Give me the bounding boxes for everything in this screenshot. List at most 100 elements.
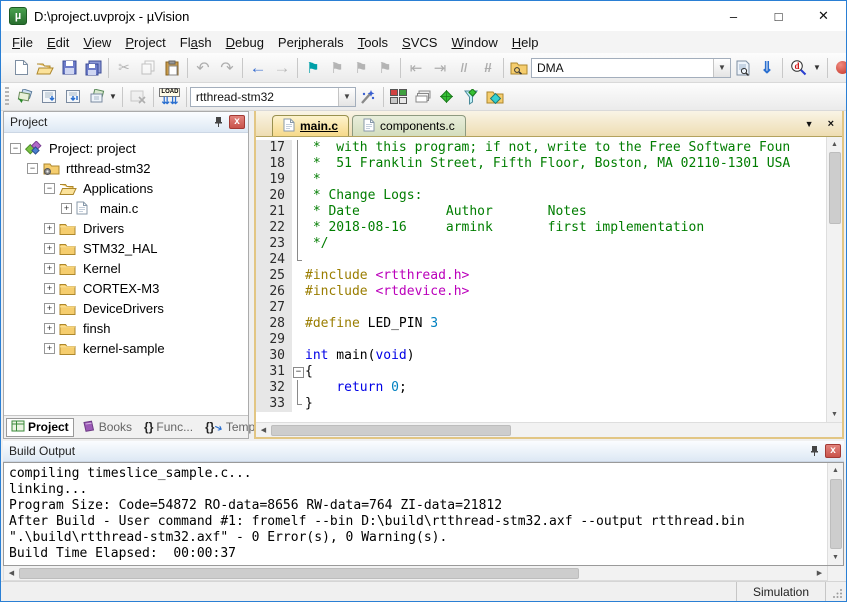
tree-item-cortex-m3[interactable]: +CORTEX-M3	[4, 278, 248, 298]
menu-debug[interactable]: Debug	[219, 33, 271, 52]
scroll-thumb[interactable]	[829, 152, 841, 224]
build-output-close-button[interactable]: x	[825, 444, 841, 458]
code-line[interactable]: 33}	[256, 396, 826, 412]
stop-build-button[interactable]	[126, 85, 150, 109]
code-line[interactable]: 32 return 0;	[256, 380, 826, 396]
comment-button[interactable]: //	[452, 56, 476, 80]
code-line[interactable]: 30int main(void)	[256, 348, 826, 364]
scroll-left-icon[interactable]: ◀	[4, 569, 19, 577]
menu-edit[interactable]: Edit	[40, 33, 76, 52]
menu-flash[interactable]: Flash	[173, 33, 219, 52]
scroll-up-icon[interactable]: ▲	[828, 463, 843, 478]
tree-item-drivers[interactable]: +Drivers	[4, 218, 248, 238]
collapse-icon[interactable]: −	[27, 163, 38, 174]
build-vertical-scrollbar[interactable]: ▲ ▼	[827, 463, 843, 565]
indent-button[interactable]: ⇥	[428, 56, 452, 80]
uncomment-button[interactable]: //	[476, 56, 500, 80]
expand-icon[interactable]: +	[61, 203, 72, 214]
target-combo[interactable]: rtthread-stm32 ▼	[190, 87, 356, 107]
scroll-right-icon[interactable]: ▶	[812, 569, 827, 577]
code-zoom-dropdown[interactable]: ▼	[813, 63, 821, 72]
navigate-forward-button[interactable]: →	[270, 56, 294, 80]
expand-icon[interactable]: +	[44, 223, 55, 234]
copy-button[interactable]	[136, 56, 160, 80]
tree-item-devicedrivers[interactable]: +DeviceDrivers	[4, 298, 248, 318]
batch-build-dropdown[interactable]: ▼	[109, 92, 117, 101]
panel-tab-project[interactable]: Project	[6, 418, 74, 437]
code-line[interactable]: 27	[256, 300, 826, 316]
tree-item-main-c[interactable]: +main.c	[4, 198, 248, 218]
clear-bookmarks-button[interactable]: ⚑	[373, 56, 397, 80]
menu-svcs[interactable]: SVCS	[395, 33, 444, 52]
tree-item-applications[interactable]: −Applications	[4, 178, 248, 198]
tab-list-dropdown[interactable]: ▼	[805, 119, 814, 129]
menu-help[interactable]: Help	[505, 33, 546, 52]
pin-icon[interactable]	[210, 115, 226, 130]
expand-icon[interactable]: +	[44, 323, 55, 334]
navigate-back-button[interactable]: ←	[246, 56, 270, 80]
code-line[interactable]: 18 * 51 Franklin Street, Fifth Floor, Bo…	[256, 156, 826, 172]
code-line[interactable]: 17 * with this program; if not, write to…	[256, 140, 826, 156]
batch-build-button[interactable]	[85, 85, 109, 109]
editor-vertical-scrollbar[interactable]: ▲ ▼	[826, 137, 842, 422]
toggle-bookmark-button[interactable]: ⚑	[301, 56, 325, 80]
code-line[interactable]: 19 *	[256, 172, 826, 188]
maximize-button[interactable]: □	[756, 1, 801, 31]
search-combo-dropdown[interactable]: ▼	[713, 59, 730, 77]
tree-item-kernel-sample[interactable]: +kernel-sample	[4, 338, 248, 358]
target-options-button[interactable]	[356, 85, 380, 109]
find-text-button[interactable]	[731, 56, 755, 80]
code-line[interactable]: 29	[256, 332, 826, 348]
collapse-icon[interactable]: −	[44, 183, 55, 194]
unindent-button[interactable]: ⇤	[404, 56, 428, 80]
close-tab-button[interactable]: ×	[828, 118, 834, 130]
prev-bookmark-button[interactable]: ⚑	[325, 56, 349, 80]
menu-view[interactable]: View	[76, 33, 118, 52]
build-button[interactable]	[37, 85, 61, 109]
scroll-thumb[interactable]	[271, 425, 511, 436]
tree-item-finsh[interactable]: +finsh	[4, 318, 248, 338]
new-file-button[interactable]	[9, 56, 33, 80]
code-line[interactable]: 20 * Change Logs:	[256, 188, 826, 204]
code-line[interactable]: 25#include <rtthread.h>	[256, 268, 826, 284]
editor-tab-components-c[interactable]: components.c	[352, 115, 466, 136]
code-line[interactable]: 23 */	[256, 236, 826, 252]
menu-window[interactable]: Window	[444, 33, 504, 52]
rebuild-button[interactable]	[61, 85, 85, 109]
scroll-left-icon[interactable]: ◀	[256, 426, 271, 434]
pin-icon[interactable]	[806, 444, 822, 459]
redo-button[interactable]: ↷	[215, 56, 239, 80]
expand-icon[interactable]: +	[44, 343, 55, 354]
code-line[interactable]: 21 * Date Author Notes	[256, 204, 826, 220]
pack-installer-button[interactable]	[483, 85, 507, 109]
editor-horizontal-scrollbar[interactable]: ◀	[256, 422, 842, 437]
editor-tab-main-c[interactable]: main.c	[272, 115, 349, 136]
download-button[interactable]: LOAD ⇊⇊	[157, 85, 183, 109]
scroll-down-icon[interactable]: ▼	[828, 550, 843, 565]
menu-tools[interactable]: Tools	[351, 33, 395, 52]
tree-item-stm32-hal[interactable]: +STM32_HAL	[4, 238, 248, 258]
save-all-button[interactable]	[81, 56, 105, 80]
expand-icon[interactable]: +	[44, 263, 55, 274]
code-line[interactable]: 28#define LED_PIN 3	[256, 316, 826, 332]
next-bookmark-button[interactable]: ⚑	[349, 56, 373, 80]
file-extensions-button[interactable]	[411, 85, 435, 109]
panel-tab-books[interactable]: Books	[78, 419, 136, 436]
code-line[interactable]: 22 * 2018-08-16 armink first implementat…	[256, 220, 826, 236]
menu-peripherals[interactable]: Peripherals	[271, 33, 351, 52]
search-combo-value[interactable]: DMA	[537, 61, 713, 75]
manage-project-items-button[interactable]	[387, 85, 411, 109]
code-line[interactable]: 26#include <rtdevice.h>	[256, 284, 826, 300]
panel-tab-func[interactable]: {}Func...	[140, 419, 197, 435]
find-in-files-button[interactable]	[507, 56, 531, 80]
cut-button[interactable]: ✂	[112, 56, 136, 80]
resize-grip[interactable]	[826, 582, 846, 601]
target-combo-dropdown[interactable]: ▼	[338, 88, 355, 106]
undo-button[interactable]: ↶	[191, 56, 215, 80]
code-zoom-button[interactable]: d	[786, 56, 810, 80]
minimize-button[interactable]: –	[711, 1, 756, 31]
search-combo[interactable]: DMA ▼	[531, 58, 731, 78]
manage-rte-button[interactable]	[435, 85, 459, 109]
incremental-find-button[interactable]: ⇓	[755, 56, 779, 80]
expand-icon[interactable]: +	[44, 283, 55, 294]
